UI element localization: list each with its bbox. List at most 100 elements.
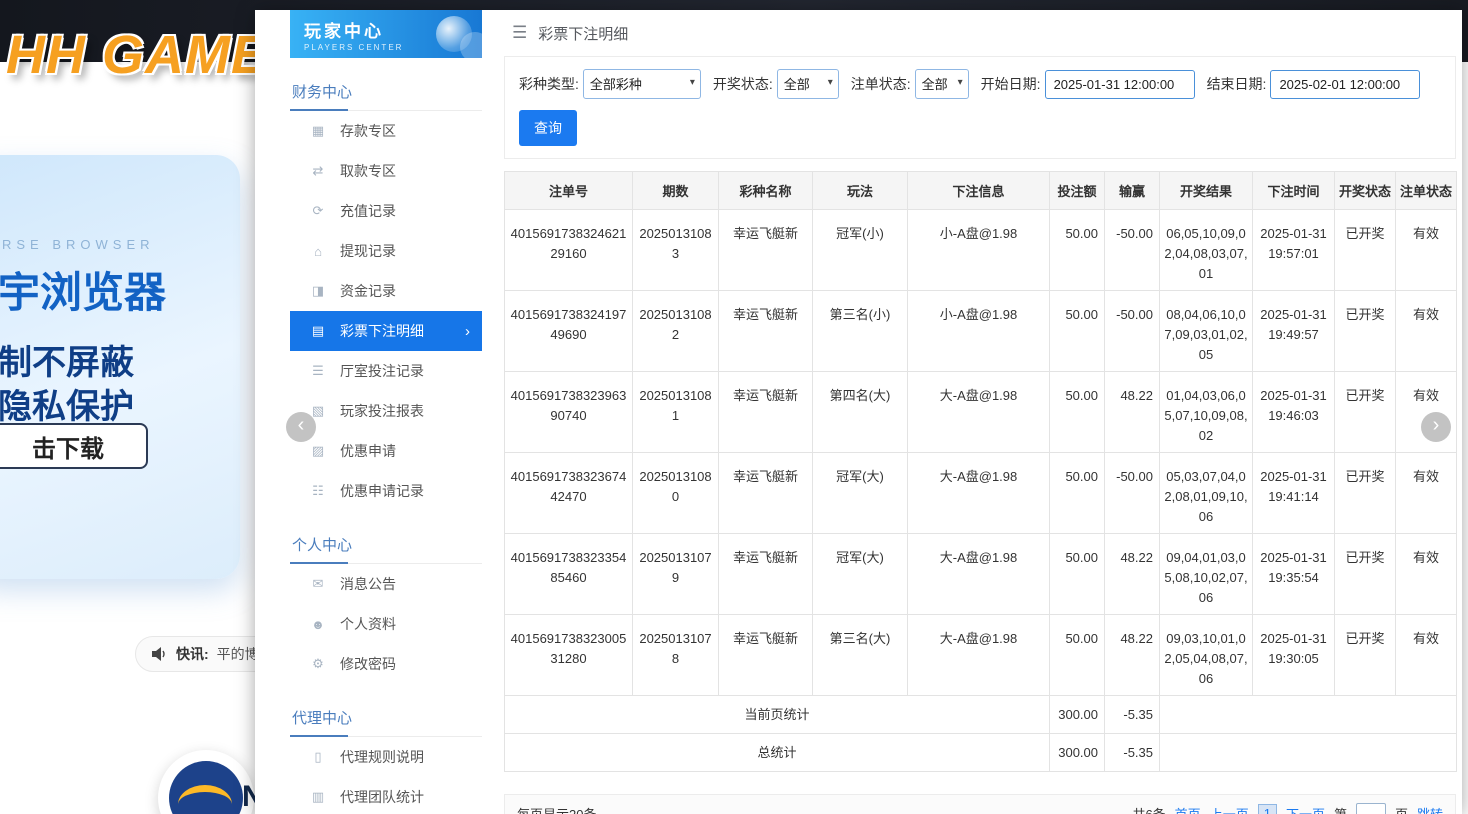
table-cell: 大-A盘@1.98 (908, 615, 1050, 696)
password-icon: ⚙ (310, 656, 326, 672)
sidebar-item[interactable]: ☰厅室投注记录 (290, 351, 482, 391)
table-cell: 05,03,07,04,02,08,01,09,10,06 (1160, 453, 1253, 534)
table-cell: 有效 (1396, 615, 1457, 696)
sidebar-item-label: 消息公告 (340, 574, 396, 594)
jump-go-link[interactable]: 跳转 (1417, 804, 1443, 814)
menu-toggle-icon[interactable]: ☰ (512, 23, 527, 43)
table-row: 40156917383233548546020250131079幸运飞艇新冠军(… (505, 534, 1457, 615)
table-cell: 大-A盘@1.98 (908, 534, 1050, 615)
start-date-input[interactable] (1045, 70, 1195, 99)
carousel-next-button[interactable]: › (1421, 412, 1451, 442)
table-cell: 08,04,06,10,07,09,03,01,02,05 (1160, 291, 1253, 372)
table-cell: 有效 (1396, 291, 1457, 372)
table-header-row: 注单号期数彩种名称玩法下注信息投注额输赢开奖结果下注时间开奖状态注单状态 (505, 172, 1457, 210)
column-header: 开奖结果 (1160, 172, 1253, 210)
sidebar-item[interactable]: ▯ 代理规则说明 (290, 737, 482, 777)
carousel-prev-button[interactable]: ‹ (286, 412, 316, 442)
sidebar-item[interactable]: ▧玩家投注报表 (290, 391, 482, 431)
sidebar-item[interactable]: ☷优惠申请记录 (290, 471, 482, 511)
table-cell: 2025-01-31 19:41:14 (1253, 453, 1335, 534)
speaker-icon (152, 647, 168, 661)
table-cell: 401569173832462129160 (505, 210, 633, 291)
table-cell: 48.22 (1105, 615, 1160, 696)
sidebar-item[interactable]: ▦ 存款专区 (290, 111, 482, 151)
sidebar-item[interactable]: ⚙修改密码 (290, 644, 482, 684)
sidebar-item[interactable]: ▥代理团队统计 (290, 777, 482, 814)
sidebar: 玩家中心 PLAYERS CENTER 财务中心▦存款专区⇄取款专区⟳充值记录⌂… (290, 10, 482, 814)
table-cell: 50.00 (1050, 372, 1105, 453)
download-button[interactable]: 击下载 (0, 423, 148, 469)
prev-page-link[interactable]: 上一页 (1210, 804, 1249, 814)
sidebar-item-label: 代理规则说明 (340, 747, 424, 767)
sidebar-item[interactable]: ▨优惠申请 (290, 431, 482, 471)
page-summary-empty (1160, 696, 1457, 734)
agent-rules-icon: ▯ (310, 749, 326, 765)
table-cell: 50.00 (1050, 534, 1105, 615)
lottery-type-select[interactable]: 全部彩种 (583, 69, 701, 99)
site-logo: HH GAME (6, 24, 268, 86)
sidebar-item-label: 彩票下注明细 (340, 321, 424, 341)
table-cell: 幸运飞艇新 (719, 291, 813, 372)
order-status-select[interactable]: 全部 (915, 69, 969, 99)
query-button[interactable]: 查询 (519, 110, 577, 146)
announcement-icon: ✉ (310, 576, 326, 592)
filter-row: 彩种类型: 全部彩种 开奖状态: 全部 注单状态: 全部 开始日期: 结束日期: (519, 69, 1441, 99)
table-cell: 20250131083 (633, 210, 719, 291)
table-cell: 20250131078 (633, 615, 719, 696)
banner-tagline: RSE BROWSER (2, 237, 155, 252)
table-cell: 有效 (1396, 453, 1457, 534)
promo-apply-icon: ▨ (310, 443, 326, 459)
sidebar-item-label: 厅室投注记录 (340, 361, 424, 381)
sidebar-item[interactable]: ◨资金记录 (290, 271, 482, 311)
pagination-bar: 每页显示20条 共6条 首页 上一页 1 下一页 第 页 跳转 (504, 794, 1456, 814)
table-cell: 2025-01-31 19:46:03 (1253, 372, 1335, 453)
sidebar-item[interactable]: ⟳充值记录 (290, 191, 482, 231)
column-header: 下注时间 (1253, 172, 1335, 210)
sidebar-item[interactable]: ⇄取款专区 (290, 151, 482, 191)
total-summary-winloss: -5.35 (1105, 734, 1160, 772)
table-cell: 09,04,01,03,05,08,10,02,07,06 (1160, 534, 1253, 615)
page-summary-label: 当前页统计 (505, 696, 1050, 734)
sidebar-item[interactable]: ⌂提现记录 (290, 231, 482, 271)
ball-decoration-icon (460, 32, 482, 58)
sidebar-menu: 财务中心▦存款专区⇄取款专区⟳充值记录⌂提现记录◨资金记录▤彩票下注明细›☰厅室… (290, 72, 482, 814)
current-page-badge[interactable]: 1 (1258, 804, 1277, 814)
table-cell: 幸运飞艇新 (719, 372, 813, 453)
table-cell: 第三名(大) (813, 615, 908, 696)
end-date-input[interactable] (1270, 70, 1420, 99)
main-content: ☰ 彩票下注明细 彩种类型: 全部彩种 开奖状态: 全部 注单状态: 全部 开始… (504, 10, 1456, 814)
next-page-link[interactable]: 下一页 (1286, 804, 1325, 814)
table-cell: 20250131079 (633, 534, 719, 615)
table-cell: 已开奖 (1335, 210, 1396, 291)
table-cell: 有效 (1396, 210, 1457, 291)
table-row: 40156917383239639074020250131081幸运飞艇新第四名… (505, 372, 1457, 453)
table-cell: 2025-01-31 19:49:57 (1253, 291, 1335, 372)
table-cell: 幸运飞艇新 (719, 453, 813, 534)
bets-table: 注单号期数彩种名称玩法下注信息投注额输赢开奖结果下注时间开奖状态注单状态 401… (504, 171, 1457, 772)
sidebar-item[interactable]: ☻个人资料 (290, 604, 482, 644)
table-cell: 20250131080 (633, 453, 719, 534)
sidebar-item[interactable]: ▤彩票下注明细› (290, 311, 482, 351)
team-logo (158, 750, 254, 814)
sidebar-item-label: 代理团队统计 (340, 787, 424, 807)
content-header: ☰ 彩票下注明细 (504, 10, 1456, 56)
deposit-icon: ▦ (310, 123, 326, 139)
table-cell: 已开奖 (1335, 291, 1396, 372)
table-cell: 401569173832419749690 (505, 291, 633, 372)
total-summary-bet: 300.00 (1050, 734, 1105, 772)
first-page-link[interactable]: 首页 (1175, 804, 1201, 814)
table-cell: 第四名(大) (813, 372, 908, 453)
table-cell: 2025-01-31 19:57:01 (1253, 210, 1335, 291)
lottery-type-label: 彩种类型: (519, 74, 579, 94)
draw-status-select[interactable]: 全部 (777, 69, 839, 99)
funds-record-icon: ◨ (310, 283, 326, 299)
table-body: 40156917383246212916020250131083幸运飞艇新冠军(… (505, 210, 1457, 696)
page-jump-input[interactable] (1356, 803, 1386, 814)
table-cell: 冠军(大) (813, 534, 908, 615)
chevron-right-icon: › (465, 323, 470, 340)
table-cell: 50.00 (1050, 453, 1105, 534)
sidebar-item[interactable]: ✉ 消息公告 (290, 564, 482, 604)
sidebar-item-label: 存款专区 (340, 121, 396, 141)
table-cell: 48.22 (1105, 372, 1160, 453)
bets-table-wrap: 注单号期数彩种名称玩法下注信息投注额输赢开奖结果下注时间开奖状态注单状态 401… (504, 171, 1456, 772)
